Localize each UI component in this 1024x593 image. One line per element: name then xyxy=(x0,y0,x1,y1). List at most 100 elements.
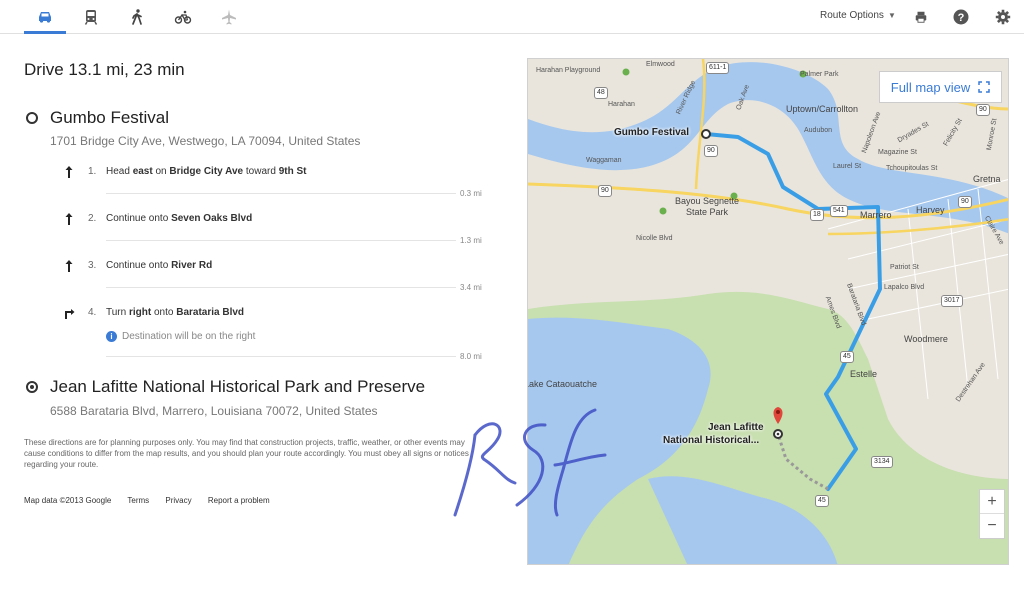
map-label-tchoup: Tchoupitoulas St xyxy=(886,165,938,172)
report-problem-link[interactable]: Report a problem xyxy=(208,496,270,505)
origin-place[interactable]: Gumbo Festival xyxy=(26,108,169,128)
step-divider xyxy=(106,193,456,194)
map-label-lapalco: Lapalco Blvd xyxy=(884,284,925,291)
printer-icon xyxy=(915,11,927,23)
step-distance: 1.3 mi xyxy=(460,236,482,245)
full-map-view-label: Full map view xyxy=(890,79,971,95)
arrow-up-icon xyxy=(65,260,73,272)
help-icon: ? xyxy=(953,9,969,25)
road-shield-18: 18 xyxy=(810,209,824,221)
destination-name: Jean Lafitte National Historical Park an… xyxy=(50,377,426,396)
map-label-elmwood: Elmwood xyxy=(646,61,675,68)
map-label-estelle: Estelle xyxy=(850,369,878,379)
map-label-bayou-segnette: Bayou Segnette xyxy=(675,196,740,206)
transit-mode-tab[interactable] xyxy=(70,0,112,34)
drive-mode-tab[interactable] xyxy=(24,0,66,34)
map-label-woodmere: Woodmere xyxy=(904,334,948,344)
map-label-waggaman: Waggaman xyxy=(586,157,622,164)
map-destination-label-line2: National Historical... xyxy=(663,435,760,446)
flight-mode-tab[interactable] xyxy=(208,0,250,34)
help-button[interactable]: ? xyxy=(952,8,970,26)
bike-mode-tab[interactable] xyxy=(162,0,204,34)
map-label-lake: Lake Cataouatche xyxy=(527,379,598,389)
destination-place[interactable]: Jean Lafitte National Historical Park an… xyxy=(26,377,425,397)
step-instruction: Continue onto River Rd xyxy=(106,260,213,271)
route-summary: Drive 13.1 mi, 23 min xyxy=(24,60,185,79)
expand-icon xyxy=(978,81,990,93)
svg-text:?: ? xyxy=(958,12,965,24)
step-instruction: Continue onto Seven Oaks Blvd xyxy=(106,213,253,224)
direction-step[interactable]: 4. Turn right onto Barataria Blvd xyxy=(62,306,487,326)
map-label-nicolle: Nicolle Blvd xyxy=(636,235,673,242)
road-shield-48: 48 xyxy=(594,87,608,99)
caret-down-icon: ▼ xyxy=(887,11,896,20)
road-shield-3134: 3134 xyxy=(871,456,893,468)
origin-marker-icon xyxy=(26,112,38,124)
step-divider xyxy=(106,240,456,241)
destination-marker-icon xyxy=(26,381,38,393)
step-number: 1. xyxy=(88,166,97,177)
car-icon xyxy=(39,11,51,23)
train-icon xyxy=(84,10,98,25)
destination-note-text: Destination will be on the right xyxy=(122,331,256,342)
road-shield-3017: 3017 xyxy=(941,295,963,307)
map-label-state-park: State Park xyxy=(686,207,729,217)
map-label-harahan-playground: Harahan Playground xyxy=(536,67,601,74)
step-distance: 8.0 mi xyxy=(460,352,482,361)
road-shield-541: 541 xyxy=(830,205,848,217)
disclaimer-text: These directions are for planning purpos… xyxy=(24,438,469,469)
map-label-magazine: Magazine St xyxy=(878,149,917,156)
footer: Map data ©2013 Google Terms Privacy Repo… xyxy=(24,496,284,505)
privacy-link[interactable]: Privacy xyxy=(165,496,191,505)
maps-directions-window: Route Options ▼ ? Drive 13.1 mi, 23 min G… xyxy=(0,0,1024,593)
map-label-uptown: Uptown/Carrollton xyxy=(786,104,859,114)
step-divider xyxy=(106,287,456,288)
route-options-label: Route Options xyxy=(820,10,884,21)
step-distance: 3.4 mi xyxy=(460,283,482,292)
map-label-laurel: Laurel St xyxy=(833,163,862,170)
turn-right-icon xyxy=(65,309,75,319)
origin-name: Gumbo Festival xyxy=(50,108,170,127)
direction-step[interactable]: 3. Continue onto River Rd xyxy=(62,259,487,279)
arrow-up-icon xyxy=(65,213,73,225)
full-map-view-button[interactable]: Full map view xyxy=(879,71,1002,103)
destination-address: 6588 Barataria Blvd, Marrero, Louisiana … xyxy=(50,404,378,418)
map-label-palmer-park: Palmer Park xyxy=(800,71,839,78)
road-shield-90c: 90 xyxy=(958,196,972,208)
zoom-out-button[interactable]: − xyxy=(980,514,1004,538)
travel-mode-bar: Route Options ▼ ? xyxy=(0,0,1024,34)
destination-note: i Destination will be on the right xyxy=(106,331,255,342)
map-destination-label-line1: Jean Lafitte xyxy=(708,422,764,433)
step-number: 2. xyxy=(88,213,97,224)
route-options-dropdown[interactable]: Route Options ▼ xyxy=(820,10,896,21)
map-data-credit: Map data ©2013 Google xyxy=(24,496,112,505)
info-icon: i xyxy=(106,331,117,342)
road-shield-45b: 45 xyxy=(815,495,829,507)
step-instruction: Head east on Bridge City Ave toward 9th … xyxy=(106,166,307,177)
step-divider xyxy=(106,356,456,357)
bicycle-icon xyxy=(174,10,192,24)
map-label-patriot: Patriot St xyxy=(890,264,919,271)
arrow-up-icon xyxy=(65,166,73,178)
road-shield-611: 611-1 xyxy=(706,62,730,74)
zoom-control: + − xyxy=(979,489,1005,539)
settings-button[interactable] xyxy=(994,8,1012,26)
terms-link[interactable]: Terms xyxy=(127,496,149,505)
road-shield-90d: 90 xyxy=(976,104,990,116)
road-shield-90a: 90 xyxy=(704,145,718,157)
map-label-gretna: Gretna xyxy=(973,174,1001,184)
step-distance: 0.3 mi xyxy=(460,189,482,198)
origin-address: 1701 Bridge City Ave, Westwego, LA 70094… xyxy=(50,134,361,148)
route-map[interactable]: Harahan Playground Elmwood Palmer Park H… xyxy=(527,58,1009,565)
print-button[interactable] xyxy=(912,8,930,26)
step-number: 3. xyxy=(88,260,97,271)
direction-step[interactable]: 1. Head east on Bridge City Ave toward 9t… xyxy=(62,165,487,185)
gear-icon xyxy=(995,9,1011,25)
airplane-icon xyxy=(222,9,236,25)
walk-mode-tab[interactable] xyxy=(116,0,158,34)
map-base-layer xyxy=(528,59,1008,564)
step-number: 4. xyxy=(88,307,97,318)
map-label-marrero: Marrero xyxy=(860,210,892,220)
zoom-in-button[interactable]: + xyxy=(980,490,1004,514)
direction-step[interactable]: 2. Continue onto Seven Oaks Blvd xyxy=(62,212,487,232)
